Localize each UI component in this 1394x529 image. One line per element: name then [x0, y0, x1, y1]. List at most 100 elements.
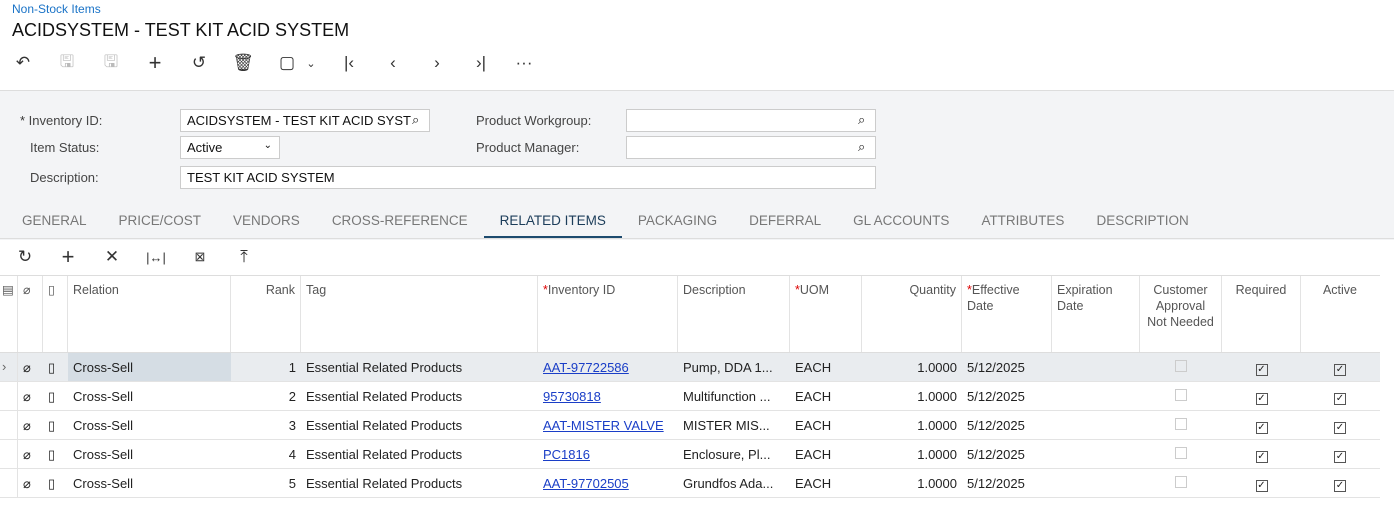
note-icon[interactable]: ▯ [43, 469, 68, 497]
fit-columns-icon[interactable]: |↔| [145, 247, 167, 267]
col-inventory-id[interactable]: *Inventory ID [538, 276, 678, 352]
note-icon[interactable]: ▯ [43, 382, 68, 410]
cell-uom[interactable]: EACH [790, 353, 862, 381]
note-icon[interactable]: ▯ [43, 353, 68, 381]
tab-price-cost[interactable]: PRICE/COST [103, 204, 218, 239]
cell-description[interactable]: Enclosure, Pl... [678, 440, 790, 468]
col-quantity[interactable]: Quantity [862, 276, 962, 352]
cell-relation[interactable]: Cross-Sell [68, 382, 231, 410]
cell-quantity[interactable]: 1.0000 [862, 353, 962, 381]
row-indicator-icon[interactable] [0, 440, 18, 468]
tab-cross-reference[interactable]: CROSS-REFERENCE [316, 204, 484, 239]
back-icon[interactable]: ↶ [10, 52, 36, 74]
export-excel-icon[interactable]: ⊠ [189, 247, 211, 267]
cell-effective-date[interactable]: 5/12/2025 [962, 411, 1052, 439]
cell-required-checkbox[interactable]: ✓ [1222, 353, 1301, 381]
cell-tag[interactable]: Essential Related Products [301, 440, 538, 468]
cell-required-checkbox[interactable]: ✓ [1222, 440, 1301, 468]
cell-tag[interactable]: Essential Related Products [301, 469, 538, 497]
more-icon[interactable]: ··· [511, 52, 537, 74]
table-row[interactable]: ⌀ ▯ Cross-Sell 2 Essential Related Produ… [0, 382, 1380, 411]
cell-effective-date[interactable]: 5/12/2025 [962, 353, 1052, 381]
cell-inventory-id-link[interactable]: 95730818 [543, 389, 601, 404]
cell-rank[interactable]: 5 [231, 469, 301, 497]
undo-icon[interactable]: ↺ [186, 52, 212, 74]
cell-customer-approval-checkbox[interactable] [1140, 382, 1222, 410]
tab-gl-accounts[interactable]: GL ACCOUNTS [837, 204, 965, 239]
cell-relation[interactable]: Cross-Sell [68, 440, 231, 468]
cell-inventory-id-link[interactable]: AAT-97702505 [543, 476, 629, 491]
inventory-id-field[interactable]: ACIDSYSTEM - TEST KIT ACID SYST [180, 109, 430, 132]
workgroup-field[interactable] [626, 109, 876, 132]
tab-general[interactable]: GENERAL [6, 204, 103, 239]
row-indicator-icon[interactable]: › [0, 353, 18, 381]
cell-required-checkbox[interactable]: ✓ [1222, 411, 1301, 439]
attachment-icon[interactable]: ⌀ [18, 469, 43, 497]
first-record-icon[interactable]: |‹ [336, 52, 362, 74]
cell-uom[interactable]: EACH [790, 469, 862, 497]
cell-effective-date[interactable]: 5/12/2025 [962, 440, 1052, 468]
cell-rank[interactable]: 3 [231, 411, 301, 439]
cell-customer-approval-checkbox[interactable] [1140, 469, 1222, 497]
col-expiration-date[interactable]: Expiration Date [1052, 276, 1140, 352]
cell-rank[interactable]: 4 [231, 440, 301, 468]
cell-expiration-date[interactable] [1052, 411, 1140, 439]
add-row-icon[interactable]: + [57, 244, 79, 269]
col-active[interactable]: Active [1301, 276, 1379, 352]
tab-vendors[interactable]: VENDORS [217, 204, 316, 239]
chevron-down-icon[interactable]: ⌄ [298, 52, 324, 74]
cell-active-checkbox[interactable]: ✓ [1301, 440, 1379, 468]
item-status-select[interactable]: Active ⌄ [180, 136, 280, 159]
table-row[interactable]: › ⌀ ▯ Cross-Sell 1 Essential Related Pro… [0, 353, 1380, 382]
cell-tag[interactable]: Essential Related Products [301, 353, 538, 381]
col-required[interactable]: Required [1222, 276, 1301, 352]
tab-attributes[interactable]: ATTRIBUTES [965, 204, 1080, 239]
tab-related-items[interactable]: RELATED ITEMS [483, 204, 622, 239]
cell-required-checkbox[interactable]: ✓ [1222, 469, 1301, 497]
tab-description[interactable]: DESCRIPTION [1080, 204, 1204, 239]
cell-effective-date[interactable]: 5/12/2025 [962, 382, 1052, 410]
search-icon[interactable]: ⌕ [412, 112, 419, 128]
cell-relation[interactable]: Cross-Sell [68, 353, 231, 381]
table-row[interactable]: ⌀ ▯ Cross-Sell 3 Essential Related Produ… [0, 411, 1380, 440]
attachment-icon[interactable]: ⌀ [18, 411, 43, 439]
cell-relation[interactable]: Cross-Sell [68, 469, 231, 497]
table-row[interactable]: ⌀ ▯ Cross-Sell 4 Essential Related Produ… [0, 440, 1380, 469]
cell-inventory-id-link[interactable]: PC1816 [543, 447, 590, 462]
cell-effective-date[interactable]: 5/12/2025 [962, 469, 1052, 497]
cell-description[interactable]: Grundfos Ada... [678, 469, 790, 497]
col-tag[interactable]: Tag [301, 276, 538, 352]
cell-uom[interactable]: EACH [790, 440, 862, 468]
note-icon[interactable]: ▯ [43, 440, 68, 468]
cell-customer-approval-checkbox[interactable] [1140, 411, 1222, 439]
cell-customer-approval-checkbox[interactable] [1140, 440, 1222, 468]
cell-inventory-id-link[interactable]: AAT-97722586 [543, 360, 629, 375]
upload-icon[interactable]: ⤒ [233, 247, 255, 267]
tab-deferral[interactable]: DEFERRAL [733, 204, 837, 239]
col-description[interactable]: Description [678, 276, 790, 352]
cell-relation[interactable]: Cross-Sell [68, 411, 231, 439]
cell-description[interactable]: Multifunction ... [678, 382, 790, 410]
table-row[interactable]: ⌀ ▯ Cross-Sell 5 Essential Related Produ… [0, 469, 1380, 498]
cell-quantity[interactable]: 1.0000 [862, 469, 962, 497]
cell-quantity[interactable]: 1.0000 [862, 411, 962, 439]
cell-quantity[interactable]: 1.0000 [862, 440, 962, 468]
delete-icon[interactable]: 🗑 [230, 52, 256, 74]
cell-rank[interactable]: 2 [231, 382, 301, 410]
attachment-icon[interactable]: ⌀ [18, 382, 43, 410]
add-icon[interactable]: + [142, 50, 168, 75]
save-close-icon[interactable]: 🖫 [54, 52, 80, 74]
cell-uom[interactable]: EACH [790, 382, 862, 410]
cell-description[interactable]: MISTER MIS... [678, 411, 790, 439]
cell-description[interactable]: Pump, DDA 1... [678, 353, 790, 381]
search-icon[interactable]: ⌕ [858, 139, 865, 155]
next-icon[interactable]: › [424, 52, 450, 74]
search-icon[interactable]: ⌕ [858, 112, 865, 128]
manager-field[interactable] [626, 136, 876, 159]
last-record-icon[interactable]: ›| [468, 52, 494, 74]
col-customer-approval[interactable]: Customer Approval Not Needed [1140, 276, 1222, 352]
copy-paste-icon[interactable]: ▢ [274, 52, 300, 74]
cell-customer-approval-checkbox[interactable] [1140, 353, 1222, 381]
cell-uom[interactable]: EACH [790, 411, 862, 439]
col-relation[interactable]: Relation [68, 276, 231, 352]
